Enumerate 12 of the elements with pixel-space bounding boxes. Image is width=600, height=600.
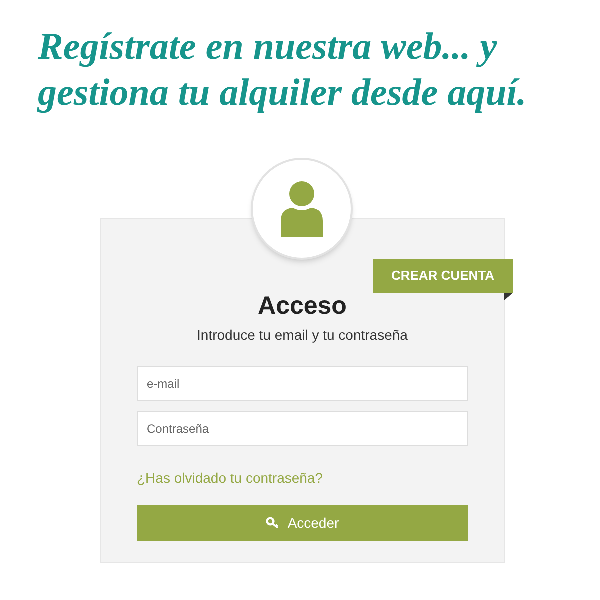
ribbon-fold-icon [504, 293, 513, 301]
input-field[interactable]: e-mail [137, 366, 468, 401]
card-title: Acceso [258, 291, 347, 321]
user-icon [279, 181, 325, 237]
forgot-password-link[interactable]: ¿Has olvidado tu contraseña? [137, 468, 323, 489]
headline-text: Regístrate en nuestra web... y [38, 25, 498, 70]
submit-button[interactable]: Acceder [137, 505, 468, 541]
card-subtitle: Introduce tu email y tu contraseña [197, 326, 408, 345]
headline-text: gestiona tu alquiler desde aquí. [38, 71, 527, 116]
input-field[interactable]: Contraseña [137, 411, 468, 446]
key-icon [266, 517, 280, 529]
create-account-ribbon[interactable]: CREAR CUENTA [373, 259, 513, 293]
